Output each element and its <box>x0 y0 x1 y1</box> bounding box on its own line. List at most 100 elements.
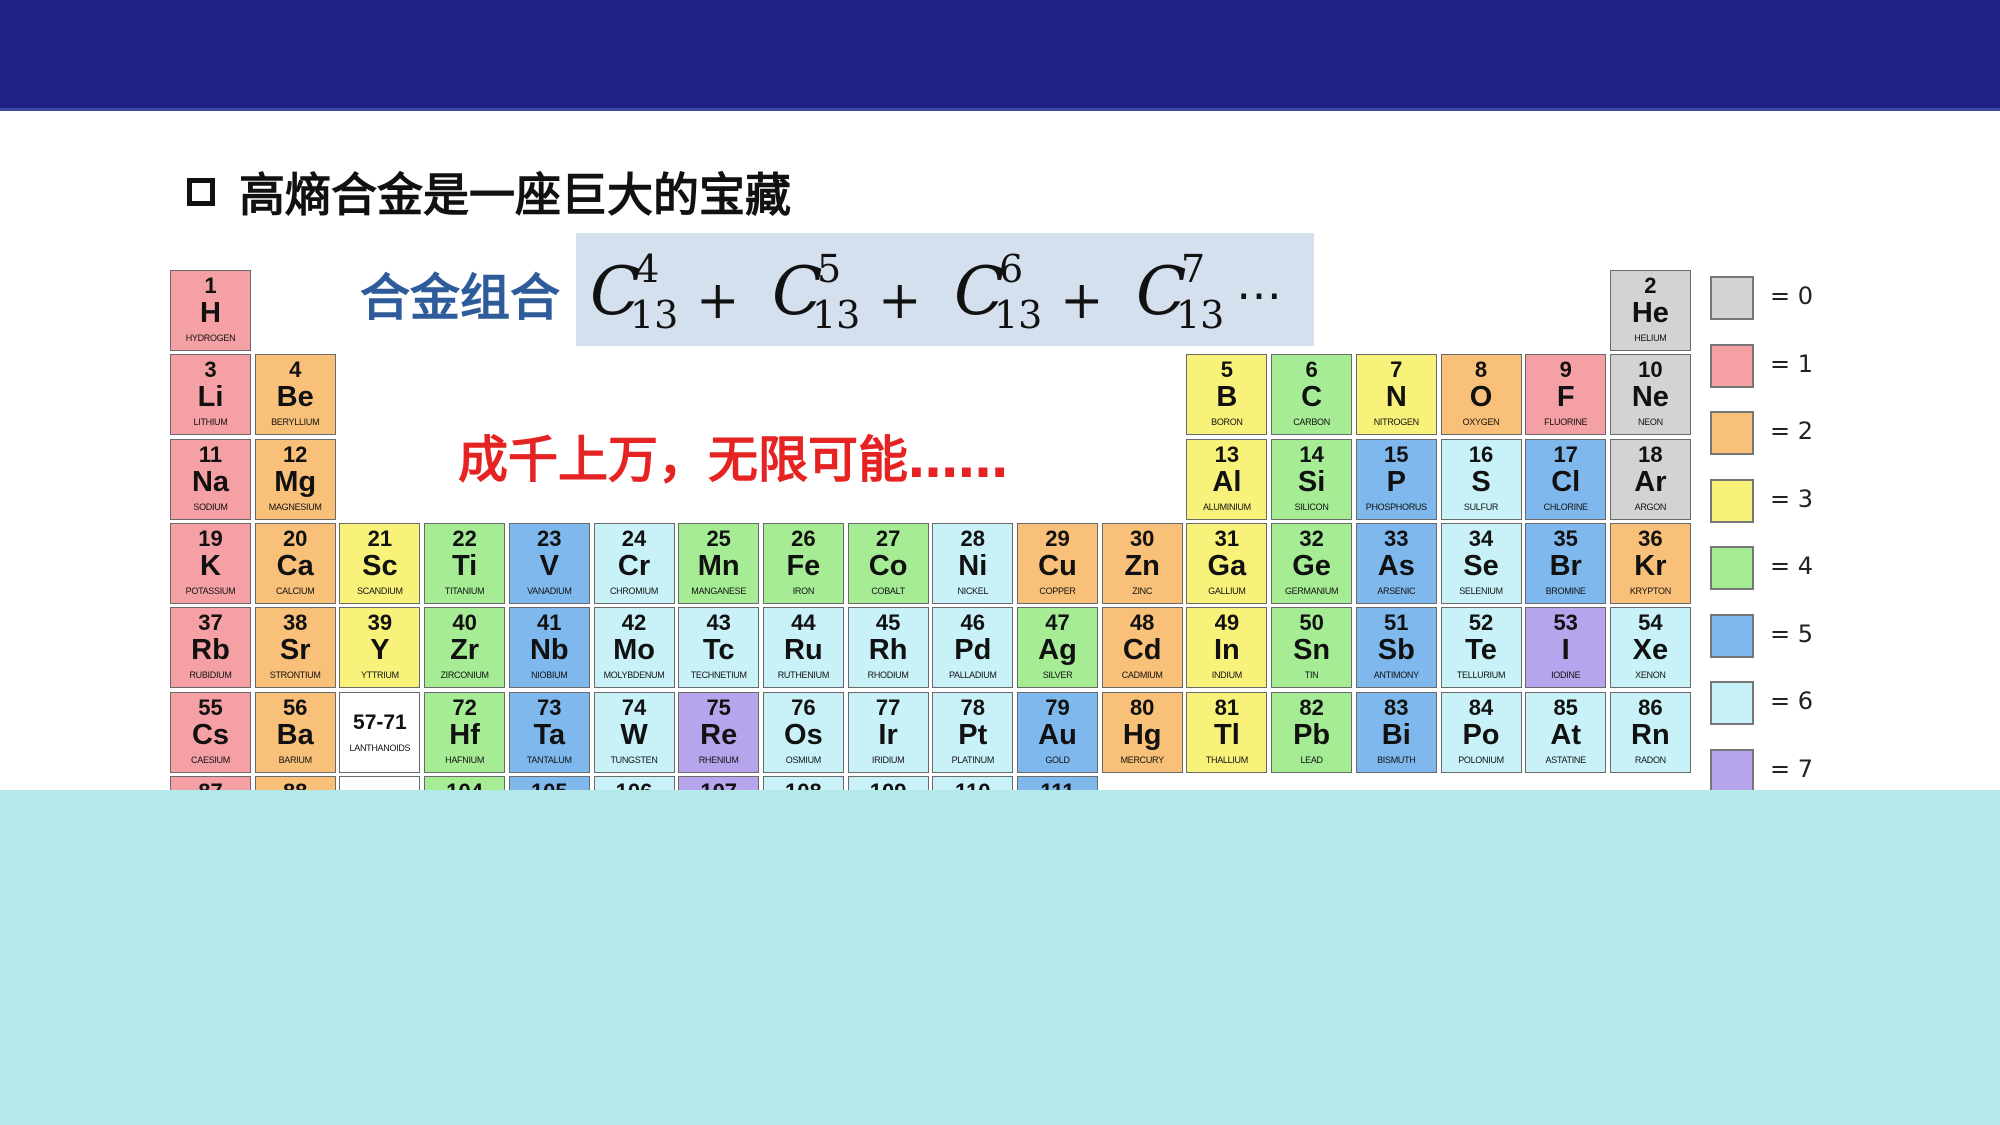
element-name: RHENIUM <box>698 754 739 765</box>
element-symbol: Mn <box>697 549 740 582</box>
element-name: POLONIUM <box>1458 754 1504 765</box>
element-symbol: Sr <box>279 634 311 667</box>
element-name: ALUMINIUM <box>1202 501 1251 512</box>
element-symbol: Be <box>276 381 314 414</box>
element-symbol: Au <box>1038 718 1077 751</box>
element-symbol: Mg <box>274 465 317 498</box>
atomic-number: 43 <box>706 610 731 636</box>
element-name: POTASSIUM <box>185 585 236 596</box>
atomic-number: 2 <box>1644 273 1657 298</box>
atomic-number: 17 <box>1553 441 1578 467</box>
element-name: ASTATINE <box>1545 754 1587 765</box>
element-cell: 20 Ca CALCIUM <box>254 522 336 604</box>
element-name: COPPER <box>1039 585 1076 596</box>
element-cell: 54 Xe XENON <box>1609 607 1691 689</box>
element-name: RUBIDIUM <box>189 670 232 681</box>
element-cell: 52 Te TELLURIUM <box>1440 607 1522 689</box>
slide-heading: 高熵合金是一座巨大的宝藏 <box>187 162 791 222</box>
element-symbol: Po <box>1462 718 1500 751</box>
element-symbol: Pt <box>958 718 988 751</box>
atomic-number: 83 <box>1384 694 1409 720</box>
formula-subscript: 13 <box>630 293 679 337</box>
element-name: MAGNESIUM <box>268 501 322 512</box>
atomic-number: 82 <box>1299 694 1324 720</box>
element-name: ARSENIC <box>1377 585 1416 596</box>
element-cell: 7 N NITROGEN <box>1355 354 1437 436</box>
element-cell: 46 Pd PALLADIUM <box>932 607 1014 689</box>
legend-item: = 2 <box>1710 411 1830 457</box>
element-cell: 13 Al ALUMINIUM <box>1186 438 1268 520</box>
element-name: PALLADIUM <box>948 670 997 681</box>
top-title-bar <box>0 0 2000 108</box>
element-cell: 8 O OXYGEN <box>1440 354 1522 436</box>
legend-label: = 2 <box>1770 417 1814 445</box>
element-cell: 1 H HYDROGEN <box>170 270 251 351</box>
atomic-number: 37 <box>198 610 223 636</box>
title-bar-underline <box>0 108 2000 111</box>
atomic-number: 5 <box>1220 357 1234 383</box>
element-cell: 108 <box>762 775 844 790</box>
element-cell: 84 Po POLONIUM <box>1440 691 1522 773</box>
element-cell: 106 <box>593 775 675 790</box>
element-name: RADON <box>1634 754 1666 765</box>
element-cell: 36 Kr KRYPTON <box>1609 522 1691 604</box>
element-cell: 45 Rh RHODIUM <box>847 607 929 689</box>
atomic-number: 57-71 <box>353 710 407 734</box>
atomic-number: 30 <box>1129 525 1155 551</box>
element-symbol: P <box>1386 465 1406 498</box>
legend-swatch <box>1710 478 1754 523</box>
element-symbol: Sc <box>362 549 398 582</box>
element-name: BISMUTH <box>1377 754 1416 765</box>
atomic-number: 22 <box>452 525 477 551</box>
atomic-number: 10 <box>1638 357 1663 383</box>
formula-superscript: 7 <box>1181 247 1206 291</box>
atomic-number: 48 <box>1129 610 1155 636</box>
element-symbol: Se <box>1463 549 1499 582</box>
atomic-number: 72 <box>452 694 477 720</box>
legend-label: = 6 <box>1770 687 1814 715</box>
element-cell: 73 Ta TANTALUM <box>508 691 590 773</box>
element-cell: 26 Fe IRON <box>762 522 844 604</box>
legend-label: = 0 <box>1770 282 1814 310</box>
legend-swatch <box>1710 748 1754 790</box>
atomic-number: 29 <box>1045 525 1070 551</box>
element-name: HYDROGEN <box>185 333 236 343</box>
atomic-number: 7 <box>1390 357 1403 383</box>
element-symbol: Co <box>868 549 908 582</box>
atomic-number: 79 <box>1045 694 1070 720</box>
element-cell: 53 I IODINE <box>1525 607 1607 689</box>
formula-ellipsis: ⋯ <box>1236 268 1286 322</box>
element-symbol: Tl <box>1214 718 1240 751</box>
element-symbol: Ni <box>958 549 988 582</box>
element-name: IRON <box>792 585 815 596</box>
element-name: NICKEL <box>957 585 989 596</box>
element-cell: 9 F FLUORINE <box>1525 354 1607 436</box>
formula-subscript: 13 <box>1176 293 1225 337</box>
element-cell: 40 Zr ZIRCONIUM <box>424 607 506 689</box>
atomic-number: 84 <box>1468 694 1494 720</box>
atomic-number: 88 <box>256 779 335 790</box>
element-symbol: K <box>200 549 221 582</box>
element-name: TITANIUM <box>444 585 485 596</box>
legend-label: = 7 <box>1770 754 1814 783</box>
valence-legend: = 0 = 1 = 2 = 3 = 4 = 5 = 6 = 7 <box>1700 270 1830 790</box>
element-name: IODINE <box>1551 670 1581 681</box>
element-cell: 83 Bi BISMUTH <box>1355 691 1437 773</box>
element-cell: 50 Sn TIN <box>1271 607 1353 689</box>
formula-superscript: 6 <box>999 247 1024 291</box>
element-symbol: Zn <box>1124 549 1160 582</box>
element-cell: 42 Mo MOLYBDENUM <box>593 607 675 689</box>
atomic-number: 77 <box>875 694 901 720</box>
combination-term-4: C 4 13 <box>580 233 700 346</box>
legend-swatch <box>1710 411 1754 455</box>
element-name: RUTHENIUM <box>777 670 830 681</box>
atomic-number: 52 <box>1468 610 1494 636</box>
atomic-number: 108 <box>764 779 843 790</box>
element-symbol: Cs <box>191 718 230 751</box>
legend-item: = 3 <box>1710 478 1830 525</box>
legend-label: = 3 <box>1770 484 1814 513</box>
atomic-number: 8 <box>1474 357 1488 383</box>
element-cell: 107 <box>678 775 760 790</box>
element-cell: 29 Cu COPPER <box>1017 522 1098 604</box>
atomic-number: 78 <box>960 694 986 720</box>
